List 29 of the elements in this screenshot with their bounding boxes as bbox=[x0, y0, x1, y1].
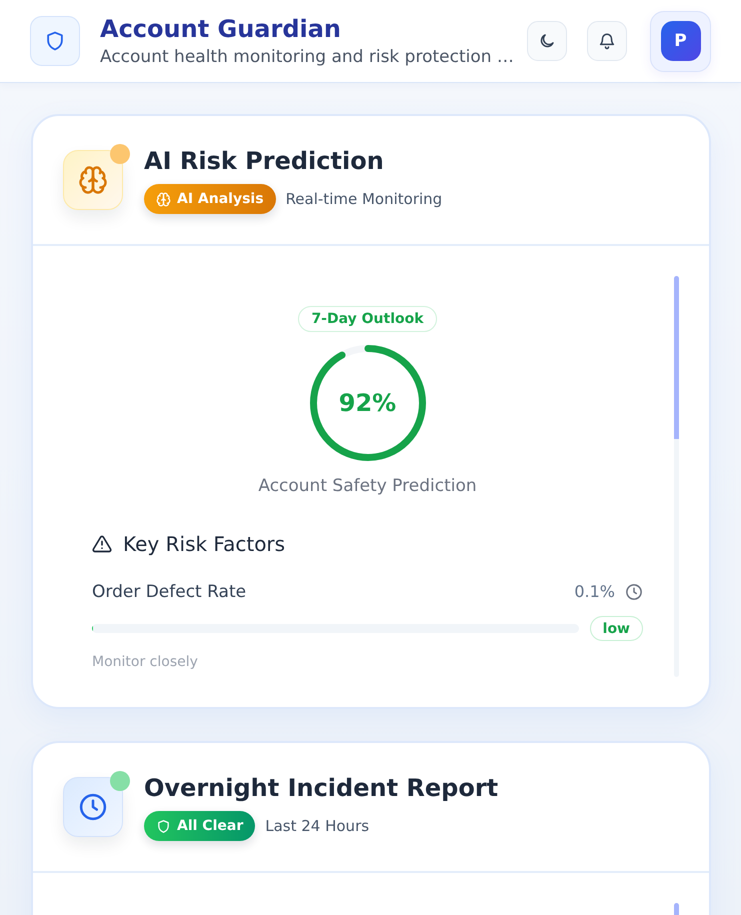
avatar-button[interactable]: P bbox=[660, 21, 700, 61]
notifications-button[interactable] bbox=[587, 21, 627, 61]
shield-icon bbox=[156, 818, 171, 834]
badge-label: All Clear bbox=[177, 817, 244, 835]
warning-icon bbox=[92, 534, 112, 554]
section-title: Key Risk Factors bbox=[123, 531, 286, 557]
badge-label: AI Analysis bbox=[177, 190, 264, 208]
clock-icon bbox=[63, 777, 123, 837]
brain-icon bbox=[63, 150, 123, 210]
card-caption: Last 24 Hours bbox=[265, 817, 370, 835]
ring-caption: Account Safety Prediction bbox=[258, 475, 477, 497]
app-subtitle: Account health monitoring and risk protection … bbox=[100, 46, 514, 68]
clock-icon bbox=[625, 583, 643, 601]
factor-value: 0.1% bbox=[574, 581, 615, 603]
shield-icon bbox=[30, 16, 80, 66]
dark-mode-button[interactable] bbox=[527, 21, 567, 61]
app-title: Account Guardian bbox=[100, 14, 342, 42]
risk-level-badge: low bbox=[590, 616, 643, 641]
bell-icon bbox=[598, 32, 616, 50]
brain-icon bbox=[156, 192, 171, 206]
outlook-pill: 7-Day Outlook bbox=[298, 306, 437, 332]
card-title: Overnight Incident Report bbox=[144, 773, 498, 803]
safety-percentage: 92% bbox=[338, 389, 396, 417]
factor-note: Monitor closely bbox=[92, 653, 198, 672]
moon-icon bbox=[538, 32, 556, 50]
card-caption: Real-time Monitoring bbox=[286, 190, 442, 208]
factor-name: Order Defect Rate bbox=[92, 581, 246, 604]
scrollbar[interactable] bbox=[674, 276, 679, 677]
card-title: AI Risk Prediction bbox=[144, 146, 385, 176]
